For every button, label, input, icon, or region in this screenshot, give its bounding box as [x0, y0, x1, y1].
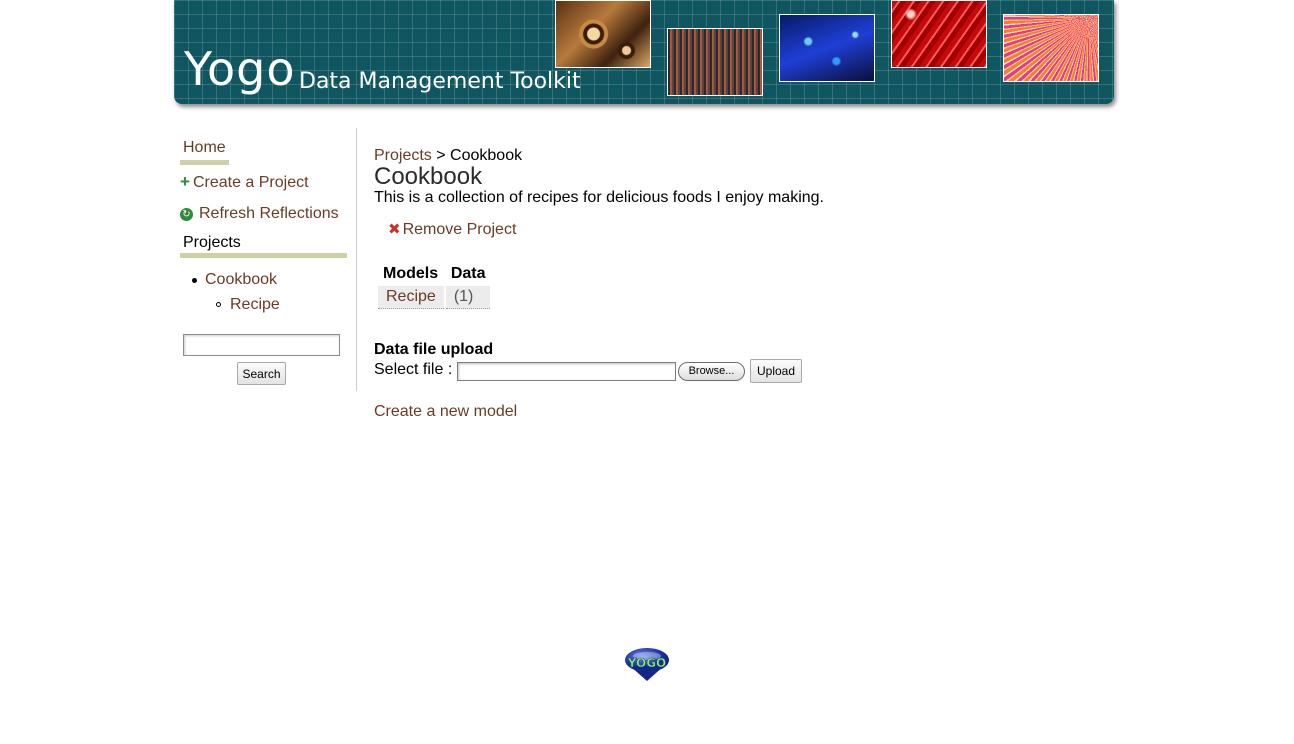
fan-fibers-image	[1003, 14, 1099, 82]
models-table: Models Data Recipe (1)	[376, 262, 492, 311]
refresh-reflections-label: Refresh Reflections	[199, 205, 339, 222]
projects-heading: Projects	[180, 233, 347, 258]
brand-logo-text: Yogo	[184, 42, 296, 96]
sidebar: Home + Create a Project ↻ Refresh Reflecti…	[180, 128, 357, 391]
project-model-item: Recipe	[180, 295, 280, 315]
data-count-link[interactable]: (1)	[454, 288, 474, 305]
project-description: This is a collection of recipes for deli…	[374, 189, 824, 206]
column-header-models: Models	[383, 265, 439, 282]
create-project-label: Create a Project	[192, 174, 309, 191]
column-header-data: Data	[450, 265, 486, 282]
breadcrumb-separator: >	[436, 147, 446, 164]
blue-circuit-image	[779, 14, 875, 82]
remove-project-label: Remove Project	[402, 221, 517, 238]
create-model-link[interactable]: Create a new model	[374, 402, 517, 422]
upload-button[interactable]: Upload	[750, 359, 802, 383]
project-tree-item: Cookbook	[180, 270, 280, 290]
spectrogram-image	[667, 28, 763, 96]
logo-text: YOGO	[627, 656, 667, 670]
table-row: Recipe (1)	[378, 286, 490, 309]
model-link-recipe[interactable]: Recipe	[230, 296, 280, 313]
header-banner: Yogo Data Management Toolkit	[174, 0, 1114, 104]
model-cell: Recipe	[378, 286, 444, 309]
table-header-row: Models Data	[378, 264, 490, 284]
delete-x-icon: ✖	[388, 221, 401, 238]
breadcrumb-projects-link[interactable]: Projects	[374, 147, 432, 164]
nav-home-link[interactable]: Home	[180, 136, 229, 165]
yogo-footer-logo: YOGO	[625, 648, 669, 681]
red-fibers-image	[891, 0, 987, 68]
select-file-label: Select file :	[374, 361, 453, 378]
page-title: Cookbook	[374, 163, 483, 190]
butterfly-wing-image	[555, 0, 651, 68]
search-button[interactable]: Search	[237, 362, 286, 385]
create-project-link[interactable]: + Create a Project	[180, 172, 309, 193]
refresh-icon: ↻	[180, 208, 193, 221]
refresh-reflections-link[interactable]: ↻ Refresh Reflections	[180, 204, 339, 224]
project-tree: Cookbook Recipe	[180, 270, 280, 315]
model-name-link[interactable]: Recipe	[386, 288, 436, 305]
breadcrumb-current: Cookbook	[450, 147, 523, 164]
search-input[interactable]	[183, 334, 340, 356]
upload-heading: Data file upload	[374, 341, 494, 358]
remove-project-link[interactable]: ✖ Remove Project	[388, 220, 516, 240]
plus-icon: +	[180, 172, 190, 191]
browse-button[interactable]: Browse...	[678, 362, 745, 381]
project-link-cookbook[interactable]: Cookbook	[205, 271, 277, 288]
data-count-cell: (1)	[445, 286, 490, 309]
tagline: Data Management Toolkit	[299, 69, 581, 94]
file-path-field[interactable]	[457, 362, 676, 381]
